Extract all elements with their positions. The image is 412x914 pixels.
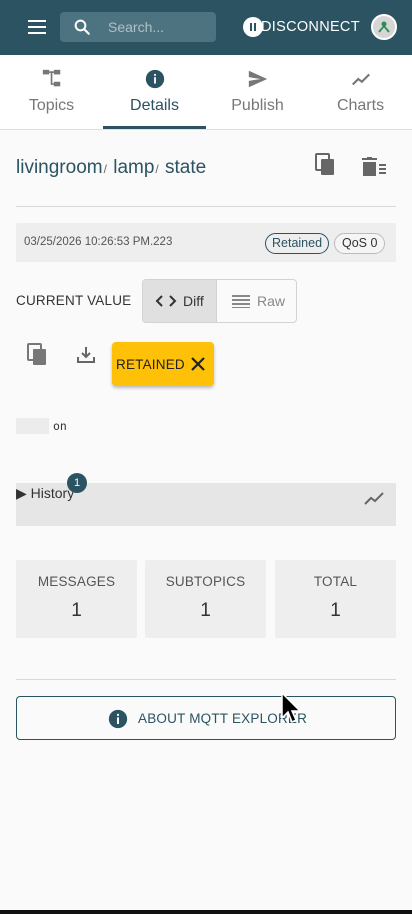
topic-segment[interactable]: livingroom — [16, 157, 103, 178]
app-bar: DISCONNECT — [0, 0, 412, 55]
history-count-badge: 1 — [67, 473, 87, 493]
search-input[interactable] — [108, 18, 208, 36]
stat-value: 1 — [71, 600, 82, 621]
retained-button-label: RETAINED — [116, 357, 185, 372]
divider — [16, 206, 396, 207]
info-icon — [108, 709, 128, 729]
topic-segment[interactable]: lamp — [113, 157, 154, 178]
view-mode-toggle: Diff Raw — [142, 279, 297, 323]
retained-chip: Retained — [265, 233, 330, 254]
chart-line-icon — [352, 73, 370, 86]
menu-button[interactable] — [27, 19, 47, 35]
topic-separator: / — [103, 162, 107, 176]
retained-button[interactable]: RETAINED — [112, 342, 214, 386]
topics-tree-icon — [42, 69, 61, 87]
raw-toggle[interactable]: Raw — [217, 280, 296, 322]
stat-label: TOTAL — [313, 574, 358, 589]
tab-topics-label: Topics — [28, 97, 75, 114]
message-meta: 03/25/2026 10:26:53 PM.223 Retained QoS … — [16, 223, 396, 262]
tab-charts-label: Charts — [336, 97, 385, 114]
tab-charts[interactable]: Charts — [309, 55, 412, 129]
menu-icon-line — [28, 26, 46, 28]
stat-value: 1 — [200, 600, 211, 621]
tab-publish-label: Publish — [231, 97, 284, 114]
payload-value: on — [53, 419, 67, 433]
copy-topic-icon[interactable] — [315, 153, 337, 177]
topic-segment[interactable]: state — [165, 157, 206, 178]
lines-icon — [232, 295, 250, 308]
info-icon — [145, 69, 165, 89]
avatar[interactable] — [371, 14, 397, 40]
diff-label: Diff — [183, 293, 204, 309]
stat-subtopics: SUBTOPICS 1 — [145, 560, 266, 638]
menu-icon — [28, 20, 46, 22]
stat-label: SUBTOPICS — [165, 574, 246, 589]
message-timestamp: 03/25/2026 10:26:53 PM.223 — [24, 236, 173, 248]
tab-details[interactable]: Details — [103, 55, 206, 129]
close-icon — [191, 357, 205, 371]
disconnect-button[interactable]: DISCONNECT — [243, 17, 360, 37]
mouse-cursor-icon — [281, 692, 302, 724]
copy-value-icon[interactable] — [27, 343, 49, 367]
raw-label: Raw — [257, 293, 286, 309]
tab-indicator — [103, 126, 206, 129]
menu-icon-line — [28, 32, 46, 34]
delete-topic-icon[interactable] — [362, 157, 386, 177]
tab-publish[interactable]: Publish — [206, 55, 309, 129]
send-icon — [248, 70, 268, 88]
search-box[interactable] — [60, 12, 216, 42]
stat-total: TOTAL 1 — [275, 560, 396, 638]
bottom-edge — [0, 910, 412, 914]
divider — [16, 679, 396, 680]
code-icon — [155, 295, 177, 307]
pause-icon — [243, 17, 263, 37]
chart-line-icon[interactable] — [364, 491, 384, 507]
disconnect-label: DISCONNECT — [261, 19, 360, 35]
tab-details-label: Details — [130, 97, 179, 114]
download-icon[interactable] — [76, 345, 96, 365]
stat-messages: MESSAGES 1 — [16, 560, 137, 638]
user-icon — [378, 21, 390, 33]
tab-bar: Topics Details Publish Charts — [0, 55, 412, 130]
topic-separator: / — [155, 162, 159, 176]
line-gutter — [16, 418, 49, 434]
qos-chip: QoS 0 — [334, 233, 386, 254]
history-label: ▶ History — [16, 485, 75, 501]
tab-topics[interactable]: Topics — [0, 55, 103, 129]
topic-breadcrumb: livingroom/ lamp/ state — [16, 157, 206, 179]
stat-value: 1 — [330, 600, 341, 621]
current-value-label: CURRENT VALUE — [16, 293, 132, 308]
about-button[interactable]: ABOUT MQTT EXPLORER — [16, 696, 396, 740]
history-panel[interactable]: ▶ History 1 — [16, 473, 396, 526]
stat-label: MESSAGES — [37, 574, 116, 589]
value-viewer: on — [16, 418, 396, 434]
diff-toggle[interactable]: Diff — [143, 280, 217, 322]
search-icon — [74, 19, 90, 35]
